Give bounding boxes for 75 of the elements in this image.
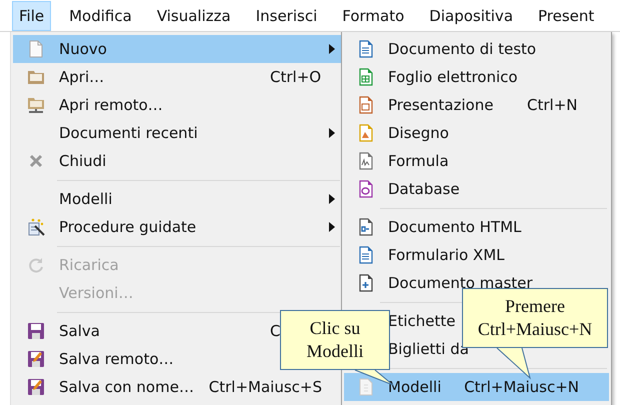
menu-item-label: Formula — [388, 152, 449, 170]
menu-item[interactable]: Procedure guidate — [13, 213, 342, 241]
menu-item-label: Apri… — [59, 68, 104, 86]
menu-item[interactable]: Database — [344, 175, 609, 203]
formula-icon — [357, 152, 375, 170]
menu-bar-item[interactable]: Diapositiva — [422, 0, 520, 30]
menu-item[interactable]: Presentazione Ctrl+N — [344, 91, 609, 119]
submenu-arrow-icon — [329, 44, 335, 54]
master-document-icon — [357, 274, 375, 292]
menu-item-label: Documento HTML — [388, 218, 522, 236]
menu-item-label: Salva remoto… — [59, 350, 174, 368]
web-document-icon — [357, 218, 375, 236]
floppy-pencil-icon — [27, 350, 45, 368]
menu-item[interactable]: Foglio elettronico — [344, 63, 609, 91]
page-icon — [27, 40, 45, 58]
menu-item[interactable]: Documenti recenti — [13, 119, 342, 147]
floppy-pencil-icon — [27, 378, 45, 396]
menu-item-label: Apri remoto… — [59, 96, 163, 114]
menu-item-label: Salva con nome… — [59, 378, 194, 396]
menu-item-label: Disegno — [388, 124, 449, 142]
menu-item-label: Documento master — [388, 274, 533, 292]
menu-item-label: Modelli — [388, 378, 442, 396]
template-icon — [357, 378, 375, 396]
menu-item-label: Salva — [59, 322, 100, 340]
menu-item[interactable]: Formula — [344, 147, 609, 175]
submenu-arrow-icon — [329, 222, 335, 232]
reload-icon — [27, 256, 45, 274]
shortcut-label: Ctrl+O — [270, 68, 322, 86]
menu-bar-item[interactable]: File — [12, 0, 52, 30]
shortcut-label: Ctrl+Maiusc+S — [208, 378, 322, 396]
menu-item[interactable]: Salva con nome… Ctrl+Maiusc+S — [13, 373, 342, 401]
menu-item[interactable]: Disegno — [344, 119, 609, 147]
presentation-icon — [357, 96, 375, 114]
menu-item-label: Modelli — [59, 190, 112, 208]
shortcut-label: Ctrl+N — [527, 96, 578, 114]
menu-bar-item[interactable]: Formato — [335, 0, 412, 30]
menu-bar-item[interactable]: Modifica — [62, 0, 139, 30]
menu-item[interactable]: Apri… Ctrl+O — [13, 63, 342, 91]
menu-item-label: Foglio elettronico — [388, 68, 518, 86]
network-folder-icon — [27, 96, 45, 114]
menu-item-label: Chiudi — [59, 152, 106, 170]
menu-item[interactable]: Modelli — [13, 185, 342, 213]
menu-bar-item[interactable]: Inserisci — [248, 0, 324, 30]
submenu-arrow-icon — [329, 194, 335, 204]
shortcut-label: Ctrl+Maiusc+N — [464, 378, 579, 396]
wizard-icon — [27, 218, 45, 236]
menu-item-label: Documento di testo — [388, 40, 536, 58]
folder-icon — [27, 68, 45, 86]
menu-item[interactable]: Documento master — [344, 269, 609, 297]
menu-item-label: Versioni… — [59, 284, 134, 302]
close-icon — [27, 152, 45, 170]
form-document-icon — [357, 246, 375, 264]
menu-item[interactable]: Documento di testo — [344, 35, 609, 63]
menu-item-label: Documenti recenti — [59, 124, 198, 142]
menu-item-label: Ricarica — [59, 256, 119, 274]
menu-item-label: Presentazione — [388, 96, 494, 114]
menu-bar-item[interactable]: Present — [531, 0, 602, 30]
menu-item[interactable]: Chiudi — [13, 147, 342, 175]
menu-item-label: Nuovo — [59, 40, 107, 58]
submenu-arrow-icon — [329, 128, 335, 138]
menu-item-label: Formulario XML — [388, 246, 505, 264]
menu-item[interactable]: Modelli Ctrl+Maiusc+N — [344, 373, 609, 401]
text-document-icon — [357, 40, 375, 58]
menu-item[interactable]: Nuovo — [13, 35, 342, 63]
callout-text: Premere Ctrl+Maiusc+N — [478, 295, 592, 341]
spreadsheet-icon — [357, 68, 375, 86]
callout-text: Clic su Modelli — [306, 317, 364, 363]
menu-item-label: Database — [388, 180, 460, 198]
drawing-icon — [357, 124, 375, 142]
menu-item[interactable]: Formulario XML — [344, 241, 609, 269]
menu-item-label: Procedure guidate — [59, 218, 196, 236]
database-icon — [357, 180, 375, 198]
menu-item[interactable]: Apri remoto… — [13, 91, 342, 119]
menu-bar-item[interactable]: Visualizza — [150, 0, 238, 30]
menu-item[interactable]: Documento HTML — [344, 213, 609, 241]
